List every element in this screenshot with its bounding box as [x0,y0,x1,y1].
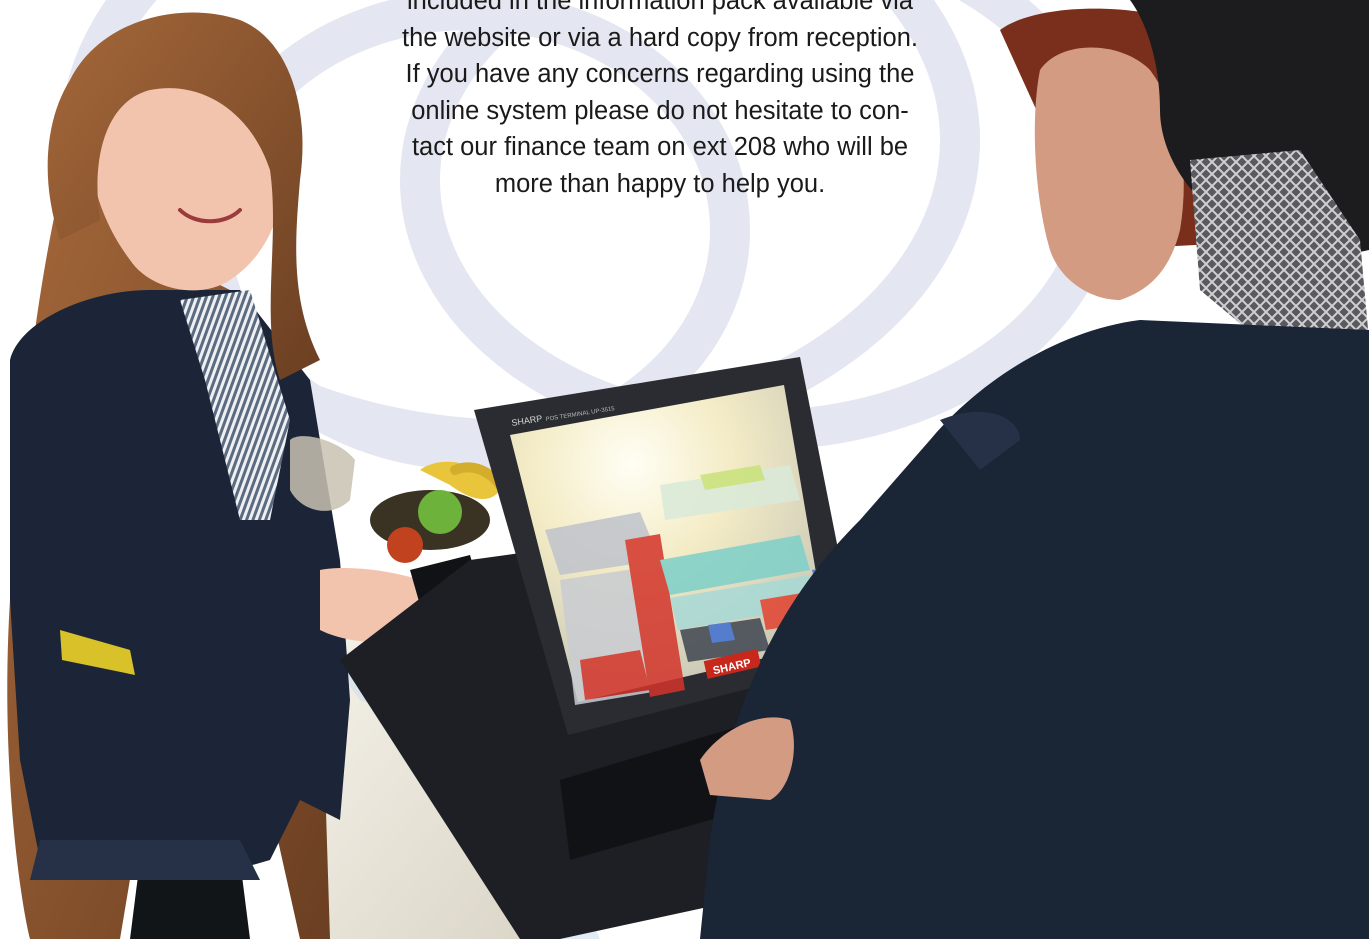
info-caption: included in the information pack availab… [300,0,1020,202]
caption-line: the website or via a hard copy from rece… [402,23,918,52]
caption-line: included in the information pack availab… [406,0,914,15]
caption-line: If you have any concerns regarding using… [405,60,915,88]
fruit-bowl [370,461,515,563]
caption-line: more than happy to help you. [494,169,826,198]
caption-line: tact our finance team on ext 208 who wil… [411,133,909,161]
caption-line: online system please do not hesitate to … [411,96,909,125]
